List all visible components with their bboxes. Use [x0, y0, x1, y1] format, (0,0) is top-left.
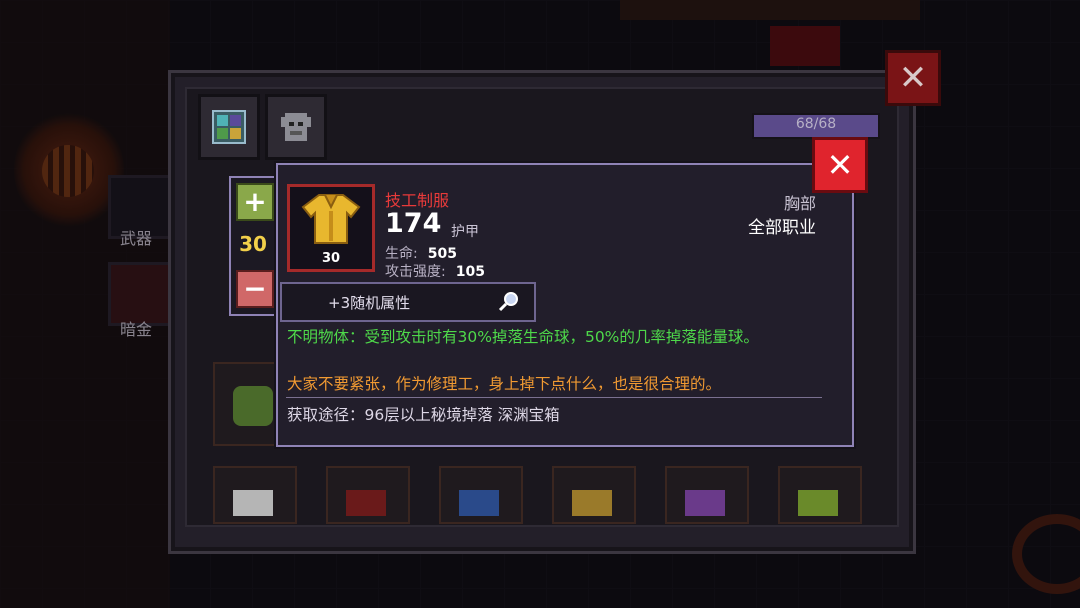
- green-item-icon: [233, 386, 273, 426]
- uniform-icon: [301, 194, 361, 244]
- class-requirement: 全部职业: [748, 218, 816, 238]
- scroll-icon: [572, 490, 612, 516]
- capacity-text: 68/68: [795, 116, 837, 132]
- stat-attack-label: 攻击强度:: [385, 264, 446, 280]
- item-level-badge: 30: [321, 251, 341, 266]
- level-value: 30: [239, 232, 267, 256]
- tab-character[interactable]: [265, 94, 327, 160]
- equipment-slot-type: 胸部: [783, 194, 816, 213]
- tooltip-divider: [286, 397, 822, 398]
- tab-inventory-grid[interactable]: [198, 94, 260, 160]
- armor-label: 护甲: [451, 224, 479, 240]
- item-icon-box: 30: [287, 184, 375, 272]
- item-effect-text: 不明物体：受到攻击时有30%掉落生命球，50%的几率掉落能量球。: [287, 328, 759, 346]
- inventory-slot[interactable]: [778, 466, 862, 524]
- stat-attack: 攻击强度: 105: [385, 261, 485, 281]
- stat-health-label: 生命:: [385, 246, 418, 262]
- purple-tower-icon: [685, 490, 725, 516]
- stat-attack-value: 105: [455, 264, 485, 280]
- level-increase-button[interactable]: +: [236, 183, 274, 221]
- armor-value: 174: [385, 208, 442, 239]
- blue-weapon-icon: [459, 490, 499, 516]
- stat-health: 生命: 505: [385, 243, 457, 263]
- inventory-slot[interactable]: [213, 466, 297, 524]
- inventory-slot[interactable]: [439, 466, 523, 524]
- random-affix-bar[interactable]: +3随机属性: [280, 282, 536, 322]
- item-source-text: 获取途径：96层以上秘境掉落 深渊宝箱: [287, 406, 560, 424]
- green-boots-icon: [798, 490, 838, 516]
- grid-icon: [212, 110, 246, 144]
- affix-text: +3随机属性: [328, 294, 411, 312]
- inventory-slot[interactable]: [665, 466, 749, 524]
- helmet-icon: [281, 113, 311, 141]
- magnifier-icon[interactable]: [498, 290, 520, 312]
- gray-armor-icon: [233, 490, 273, 516]
- red-helmet-icon: [346, 490, 386, 516]
- panel-close-button[interactable]: ✕: [885, 50, 941, 106]
- item-flavor-text: 大家不要紧张，作为修理工，身上掉下点什么，也是很合理的。: [287, 375, 722, 393]
- tooltip-close-button[interactable]: ✕: [812, 137, 868, 193]
- inventory-capacity-bar: 68/68: [752, 113, 880, 139]
- inventory-slot[interactable]: [326, 466, 410, 524]
- stat-health-value: 505: [427, 246, 457, 262]
- level-decrease-button[interactable]: −: [236, 270, 274, 308]
- inventory-slot[interactable]: [552, 466, 636, 524]
